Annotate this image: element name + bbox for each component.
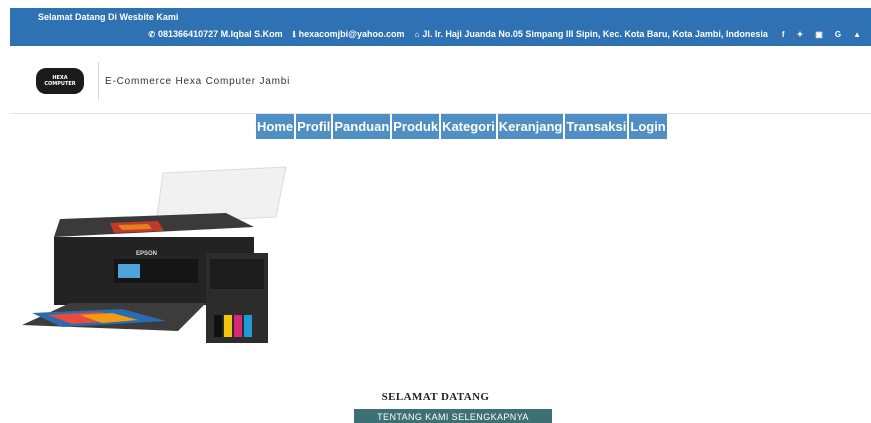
printer-image: EPSON bbox=[22, 166, 287, 343]
nav-produk[interactable]: Produk bbox=[392, 114, 440, 139]
info-icon: ℹ bbox=[292, 29, 296, 39]
email-text: hexacomjbi@yahoo.com bbox=[298, 29, 405, 39]
brand-divider bbox=[98, 62, 99, 100]
phone-info: ✆ 081366410727 M.Iqbal S.Kom bbox=[148, 29, 282, 39]
main-nav: Home Profil Panduan Produk Kategori Kera… bbox=[256, 114, 667, 139]
site-name: E-Commerce Hexa Computer Jambi bbox=[105, 75, 291, 87]
phone-text: 081366410727 M.Iqbal S.Kom bbox=[158, 29, 283, 39]
address-info: ⌂ Jl. Ir. Haji Juanda No.05 Simpang III … bbox=[414, 29, 767, 39]
instagram-icon[interactable]: ▣ bbox=[815, 30, 823, 39]
email-info: ℹ hexacomjbi@yahoo.com bbox=[293, 29, 405, 39]
about-us-button[interactable]: TENTANG KAMI SELENGKAPNYA bbox=[354, 409, 552, 423]
contact-info: ✆ 081366410727 M.Iqbal S.Kom ℹ hexacomjb… bbox=[148, 29, 861, 39]
nav-kategori[interactable]: Kategori bbox=[441, 114, 496, 139]
google-icon[interactable]: G bbox=[835, 30, 841, 39]
nav-keranjang[interactable]: Keranjang bbox=[497, 114, 564, 139]
nav-panduan[interactable]: Panduan bbox=[333, 114, 391, 139]
brand-header: HEXA COMPUTER E-Commerce Hexa Computer J… bbox=[36, 62, 290, 100]
nav-home[interactable]: Home bbox=[256, 114, 295, 139]
welcome-heading: SELAMAT DATANG bbox=[381, 391, 490, 403]
site-logo[interactable]: HEXA COMPUTER bbox=[36, 68, 84, 94]
social-links: f ✦ ▣ G ▲ bbox=[782, 30, 861, 39]
top-info-bar: Selamat Datang Di Wesbite Kami ✆ 0813664… bbox=[10, 8, 871, 46]
nav-login[interactable]: Login bbox=[629, 114, 667, 139]
facebook-icon[interactable]: f bbox=[782, 30, 785, 39]
youtube-icon[interactable]: ▲ bbox=[853, 30, 861, 39]
welcome-text: Selamat Datang Di Wesbite Kami bbox=[38, 12, 179, 22]
logo-text-line2: COMPUTER bbox=[44, 81, 76, 87]
nav-transaksi[interactable]: Transaksi bbox=[565, 114, 628, 139]
twitter-icon[interactable]: ✦ bbox=[797, 30, 804, 39]
home-icon: ⌂ bbox=[414, 29, 420, 39]
nav-profil[interactable]: Profil bbox=[296, 114, 332, 139]
address-text: Jl. Ir. Haji Juanda No.05 Simpang III Si… bbox=[422, 29, 768, 39]
phone-icon: ✆ bbox=[148, 29, 156, 39]
printer-brand-label: EPSON bbox=[136, 251, 157, 257]
